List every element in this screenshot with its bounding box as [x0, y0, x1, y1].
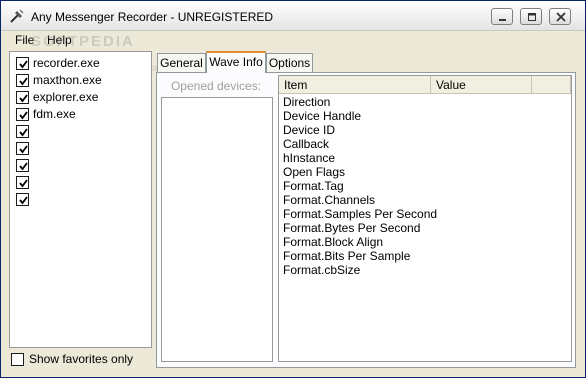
- table-row[interactable]: Format.cbSize: [283, 263, 360, 277]
- checkmark-icon: [19, 162, 28, 171]
- minimize-icon: [499, 19, 506, 21]
- show-favorites-option[interactable]: Show favorites only: [11, 352, 151, 368]
- menu-help[interactable]: Help: [45, 33, 74, 47]
- process-checkbox[interactable]: [16, 142, 29, 155]
- process-checkbox[interactable]: [16, 91, 29, 104]
- table-row[interactable]: Device ID: [283, 123, 335, 137]
- table-row[interactable]: Format.Block Align: [283, 235, 383, 249]
- process-checkbox[interactable]: [16, 193, 29, 206]
- menu-file[interactable]: File: [13, 33, 36, 47]
- process-checkbox[interactable]: [16, 176, 29, 189]
- minimize-button[interactable]: [491, 8, 513, 25]
- checkmark-icon: [19, 145, 28, 154]
- opened-devices-label: Opened devices:: [170, 79, 262, 93]
- process-item[interactable]: [16, 191, 146, 208]
- table-row[interactable]: Device Handle: [283, 109, 361, 123]
- close-icon: [556, 12, 566, 22]
- process-item[interactable]: [16, 140, 146, 157]
- table-row[interactable]: Open Flags: [283, 165, 345, 179]
- maximize-button[interactable]: [520, 8, 542, 25]
- process-checkbox[interactable]: [16, 74, 29, 87]
- process-item[interactable]: fdm.exe: [16, 106, 146, 123]
- process-item[interactable]: recorder.exe: [16, 55, 146, 72]
- close-button[interactable]: [549, 8, 571, 25]
- process-checkbox[interactable]: [16, 159, 29, 172]
- process-item[interactable]: [16, 157, 146, 174]
- wave-info-table[interactable]: Item Value Direction Device Handle Devic…: [278, 75, 572, 362]
- menu-bar: File Help: [1, 31, 585, 49]
- table-row[interactable]: Format.Channels: [283, 193, 375, 207]
- process-checkbox[interactable]: [16, 57, 29, 70]
- table-row[interactable]: Format.Bits Per Sample: [283, 249, 410, 263]
- column-header-item[interactable]: Item: [279, 76, 431, 94]
- process-list[interactable]: recorder.exe maxthon.exe explorer.exe fd…: [9, 51, 152, 348]
- maximize-icon: [528, 13, 536, 21]
- process-item[interactable]: [16, 174, 146, 191]
- process-label: maxthon.exe: [33, 73, 102, 87]
- process-label: recorder.exe: [33, 56, 100, 70]
- column-header-value[interactable]: Value: [431, 76, 532, 94]
- process-label: explorer.exe: [33, 90, 99, 104]
- tab-wave-info[interactable]: Wave Info: [206, 51, 266, 73]
- table-row[interactable]: Format.Samples Per Second: [283, 207, 437, 221]
- checkmark-icon: [19, 196, 28, 205]
- checkmark-icon: [19, 111, 28, 120]
- process-item[interactable]: [16, 123, 146, 140]
- table-row[interactable]: Format.Bytes Per Second: [283, 221, 420, 235]
- opened-devices-list[interactable]: [161, 97, 273, 362]
- table-row[interactable]: Direction: [283, 95, 330, 109]
- checkmark-icon: [19, 179, 28, 188]
- checkmark-icon: [19, 128, 28, 137]
- process-item[interactable]: explorer.exe: [16, 89, 146, 106]
- show-favorites-checkbox[interactable]: [11, 353, 24, 366]
- checkmark-icon: [19, 94, 28, 103]
- process-checkbox[interactable]: [16, 125, 29, 138]
- process-label: fdm.exe: [33, 107, 76, 121]
- column-header-filler: [532, 76, 571, 94]
- table-row[interactable]: Format.Tag: [283, 179, 344, 193]
- table-row[interactable]: Callback: [283, 137, 329, 151]
- show-favorites-label: Show favorites only: [29, 352, 134, 366]
- process-checkbox[interactable]: [16, 108, 29, 121]
- app-window: Any Messenger Recorder - UNREGISTERED Fi…: [0, 0, 586, 378]
- tab-options[interactable]: Options: [266, 53, 313, 72]
- title-bar[interactable]: Any Messenger Recorder - UNREGISTERED: [1, 1, 585, 31]
- checkmark-icon: [19, 60, 28, 69]
- table-row[interactable]: hInstance: [283, 151, 335, 165]
- window-title: Any Messenger Recorder - UNREGISTERED: [31, 10, 274, 24]
- checkmark-icon: [19, 77, 28, 86]
- tools-icon[interactable]: [9, 8, 25, 24]
- tab-general[interactable]: General: [157, 53, 206, 72]
- process-item[interactable]: maxthon.exe: [16, 72, 146, 89]
